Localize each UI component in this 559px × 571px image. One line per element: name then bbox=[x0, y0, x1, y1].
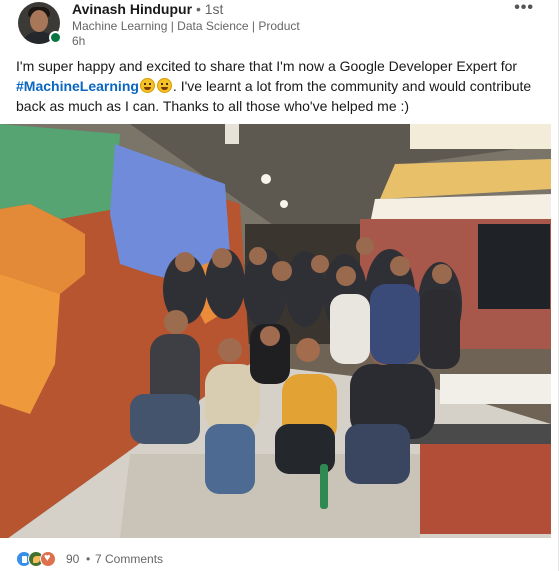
feed-post-card: Avinash Hindupur • 1st Machine Learning … bbox=[0, 0, 559, 571]
online-status-icon bbox=[49, 31, 62, 44]
hashtag-link[interactable]: #MachineLearning bbox=[16, 78, 139, 94]
comments-count-link[interactable]: 7 Comments bbox=[95, 552, 163, 566]
author-name[interactable]: Avinash Hindupur bbox=[72, 1, 192, 17]
post-text-intro: I'm super happy and excited to share tha… bbox=[16, 58, 518, 74]
post-header: Avinash Hindupur • 1st Machine Learning … bbox=[16, 0, 546, 48]
post-timestamp: 6h bbox=[72, 34, 86, 48]
author-name-line: Avinash Hindupur • 1st bbox=[72, 1, 223, 17]
connection-degree: • 1st bbox=[195, 1, 224, 17]
author-headline: Machine Learning | Data Science | Produc… bbox=[72, 19, 300, 33]
love-icon bbox=[40, 551, 56, 567]
post-text: I'm super happy and excited to share tha… bbox=[16, 56, 544, 116]
post-image[interactable] bbox=[0, 124, 551, 538]
reaction-count[interactable]: 90 bbox=[66, 552, 79, 566]
grinning-emoji-icon bbox=[156, 78, 172, 93]
grinning-emoji-icon bbox=[139, 78, 155, 93]
separator: • bbox=[86, 552, 91, 566]
more-options-icon[interactable]: ••• bbox=[514, 0, 534, 16]
